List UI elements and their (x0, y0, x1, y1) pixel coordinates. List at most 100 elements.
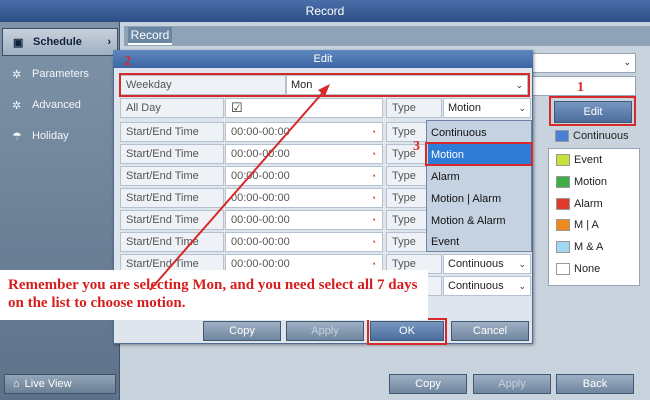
camera-select[interactable]: ⌄ (530, 53, 636, 73)
all-day-checkbox[interactable]: ☑ (231, 100, 243, 116)
chevron-down-icon: ⌄ (518, 258, 526, 269)
row-type-select[interactable]: Continuous ⌄ (443, 276, 531, 296)
dropdown-option-continuous[interactable]: Continuous (428, 122, 532, 144)
row-type-value: Continuous (448, 280, 504, 292)
legend-label: Continuous (573, 130, 629, 142)
legend-motion: Motion (556, 176, 607, 188)
legend-event: Event (556, 154, 602, 166)
legend-label: Event (574, 154, 603, 166)
start-end-time-label: Start/End Time (120, 166, 224, 186)
time-range-value: 00:00-00:00 (231, 258, 290, 270)
apply-button[interactable]: Apply (473, 374, 551, 394)
step-number-3: 3 (413, 139, 420, 154)
row-type-value: Continuous (448, 258, 504, 270)
start-end-time-label: Start/End Time (120, 122, 224, 142)
legend-swatch (556, 198, 570, 210)
legend-swatch (556, 154, 570, 166)
dropdown-option-alarm[interactable]: Alarm (428, 166, 532, 188)
window-title-bar: Record (0, 0, 650, 22)
sidebar-item-schedule[interactable]: ▣ Schedule › (2, 28, 118, 56)
legend-label: Alarm (574, 198, 603, 210)
start-end-time-label: Start/End Time (120, 144, 224, 164)
all-day-field: ☑ (225, 98, 383, 118)
all-day-label: All Day (120, 98, 224, 118)
time-range-input[interactable]: 00:00-00:00 ◔ (225, 188, 383, 208)
time-range-value: 00:00-00:00 (231, 236, 290, 248)
tab-record[interactable]: Record (128, 27, 172, 45)
highlight-box-1 (549, 96, 636, 126)
time-range-value: 00:00-00:00 (231, 170, 290, 182)
dropdown-option-event[interactable]: Event (428, 231, 532, 253)
legend-label: Motion (574, 176, 608, 188)
clock-icon[interactable]: ◔ (371, 127, 376, 137)
legend-swatch (556, 263, 570, 275)
live-view-button[interactable]: ⌂ Live View (4, 374, 116, 394)
clock-icon[interactable]: ◔ (371, 215, 376, 225)
sidebar-item-label: Parameters (32, 68, 89, 80)
dialog-apply-button[interactable]: Apply (286, 321, 364, 341)
legend-continuous: Continuous (555, 130, 629, 142)
time-range-input[interactable]: 00:00-00:00 ◔ (225, 122, 383, 142)
home-icon: ⌂ (13, 378, 20, 390)
sidebar-item-label: Advanced (32, 99, 81, 111)
gear-icon: ✲ (12, 68, 22, 81)
highlight-box-ok (367, 318, 447, 345)
clock-icon[interactable]: ◔ (371, 259, 376, 269)
sidebar-item-label: Holiday (32, 130, 69, 142)
clock-icon[interactable]: ◔ (371, 171, 376, 181)
legend-swatch (556, 219, 570, 231)
sidebar: ▣ Schedule › ✲ Parameters ✲ Advanced ☂ H… (0, 22, 120, 400)
start-end-time-label: Start/End Time (120, 188, 224, 208)
clock-icon[interactable]: ◔ (371, 193, 376, 203)
highlight-box-3 (425, 142, 533, 166)
time-range-input[interactable]: 00:00-00:00 ◔ (225, 144, 383, 164)
type-value: Motion (448, 102, 482, 114)
row-type-select[interactable]: Continuous ⌄ (443, 254, 531, 274)
sidebar-item-holiday[interactable]: ☂ Holiday (2, 122, 118, 150)
dropdown-option-motion-and-alarm[interactable]: Motion & Alarm (428, 210, 532, 232)
time-range-value: 00:00-00:00 (231, 192, 290, 204)
dialog-copy-button[interactable]: Copy (203, 321, 281, 341)
legend-none: None (556, 263, 600, 275)
legend-label: M & A (574, 241, 604, 253)
start-end-time-label: Start/End Time (120, 232, 224, 252)
legend-alarm: Alarm (556, 198, 603, 210)
time-range-value: 00:00-00:00 (231, 126, 290, 138)
clock-icon[interactable]: ◔ (371, 237, 376, 247)
calendar-icon: ▣ (13, 36, 24, 49)
back-button[interactable]: Back (556, 374, 634, 394)
time-range-input[interactable]: 00:00-00:00 ◔ (225, 166, 383, 186)
gear-icon: ✲ (12, 99, 22, 112)
time-range-input[interactable]: 00:00-00:00 ◔ (225, 232, 383, 252)
tab-strip (124, 26, 650, 46)
step-number-2: 2 (124, 54, 131, 69)
sidebar-item-advanced[interactable]: ✲ Advanced (2, 91, 118, 119)
clock-icon[interactable]: ◔ (371, 149, 376, 159)
dialog-title: Edit (113, 50, 533, 68)
time-range-value: 00:00-00:00 (231, 214, 290, 226)
type-dropdown-menu: Continuous Motion Alarm Motion | Alarm M… (426, 120, 532, 252)
dropdown-option-motion-or-alarm[interactable]: Motion | Alarm (428, 188, 532, 210)
legend-swatch (556, 241, 570, 253)
legend-label: None (574, 263, 601, 275)
step-number-1: 1 (577, 80, 584, 95)
copy-button[interactable]: Copy (389, 374, 467, 394)
chevron-right-icon: › (107, 36, 111, 48)
dialog-cancel-button[interactable]: Cancel (451, 321, 529, 341)
legend-swatch (555, 130, 569, 142)
legend-swatch (556, 176, 570, 188)
highlight-box-2 (119, 73, 530, 97)
time-range-input[interactable]: 00:00-00:00 ◔ (225, 210, 383, 230)
chevron-down-icon: ⌄ (518, 280, 526, 291)
time-range-value: 00:00-00:00 (231, 148, 290, 160)
live-view-label: Live View (24, 378, 72, 390)
sidebar-item-label: Schedule (33, 36, 82, 48)
legend-label: M | A (574, 219, 599, 231)
type-select[interactable]: Motion ⌄ (443, 98, 531, 118)
start-end-time-label: Start/End Time (120, 210, 224, 230)
umbrella-icon: ☂ (12, 130, 22, 143)
sidebar-item-parameters[interactable]: ✲ Parameters (2, 60, 118, 88)
legend-m-or-a: M | A (556, 219, 599, 231)
tutorial-note: Remember you are selecting Mon, and you … (0, 270, 428, 320)
chevron-down-icon: ⌄ (623, 57, 631, 67)
